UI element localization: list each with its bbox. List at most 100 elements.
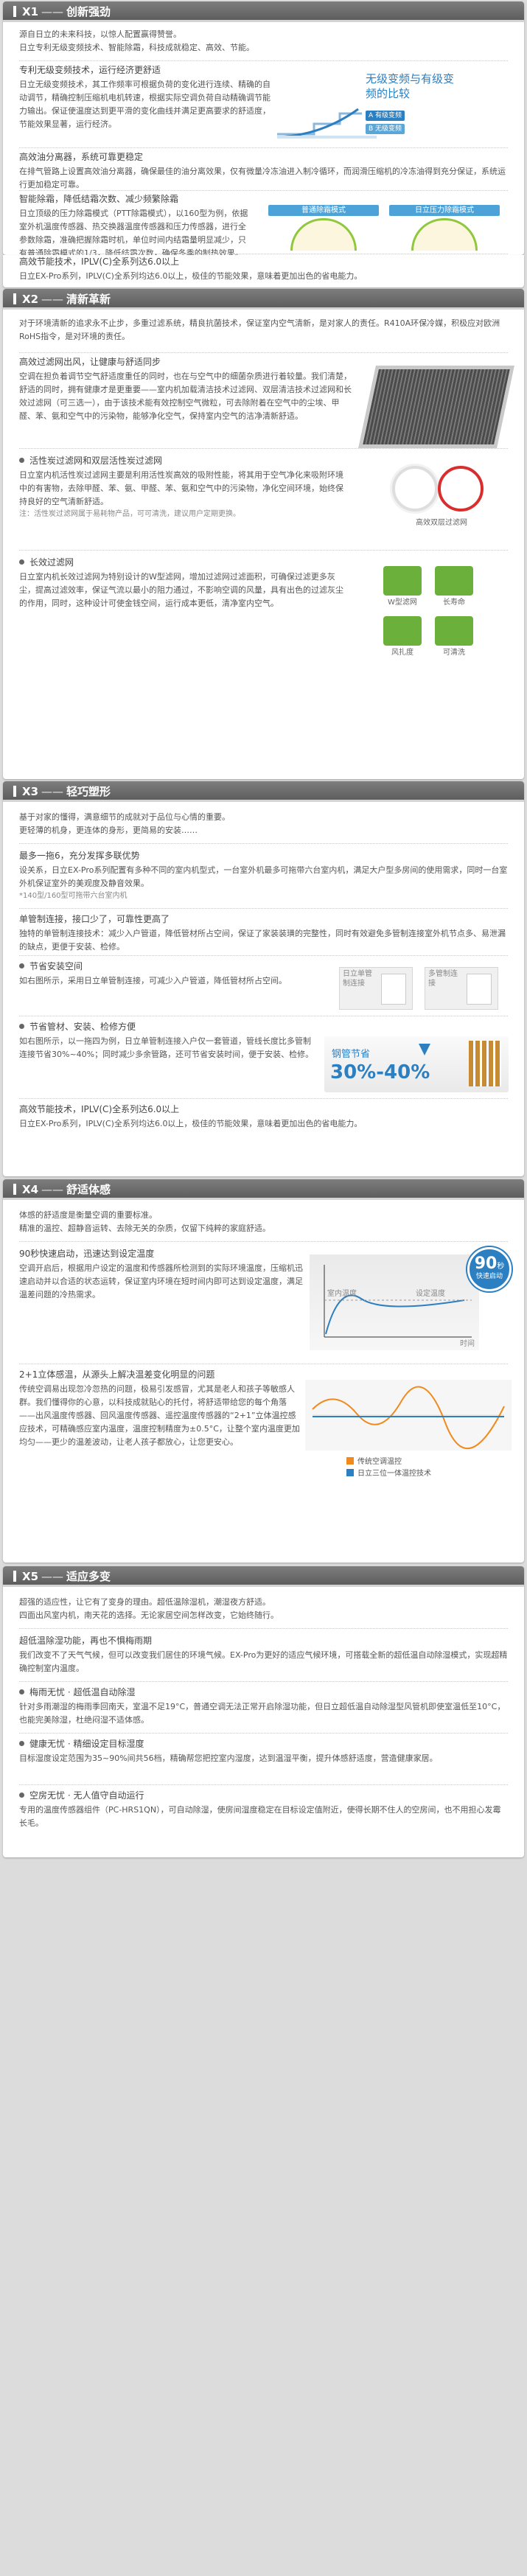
x3-block4-body: 如右图所示，以一拖四为例，日立单管制连接入户仅一套管道，管线长度比多管制连接节省…: [19, 1036, 314, 1059]
w-filter-label: W型滤网: [388, 598, 417, 607]
x1-block4-body: 日立EX-Pro系列，IPLV(C)全系列均达6.0以上，极佳的节能效果，意味着…: [19, 270, 363, 281]
divider: [19, 908, 508, 909]
pipe-single-unit: [381, 974, 406, 1005]
x3-intro-line2: 更轻薄的机身，更连体的身形，更简易的安装……: [19, 825, 198, 836]
section-x2: X2 —— 清新革新 对于环境清新的追求永不止步，多重过滤系统，精良抗菌技术，保证室…: [3, 289, 524, 779]
divider: [19, 1628, 508, 1629]
quick-start-curve: [324, 1265, 472, 1338]
x3-block2-heading: 单管制连接，接口少了，可靠性更高了: [19, 914, 170, 924]
x1-block1-heading: 专利无级变频技术，运行经济更舒适: [19, 65, 161, 75]
x3-block1-body: 设关系，日立EX-Pro系列配置有多种不同的室内机型式，一台室外机最多可拖带六台…: [19, 865, 508, 888]
x4-block2: 2+1立体感温，从源头上解决温差变化明显的问题 传统空调易出现忽冷忽热的问题，极…: [19, 1368, 302, 1450]
bullet-icon: [19, 458, 24, 463]
header-mark: [13, 786, 16, 797]
x2-block2-note: 注：活性炭过滤网属于易耗物产品，可可清洗，建议用户定期更换。: [19, 510, 240, 519]
x3-block3-body: 如右图所示，采用日立单管制连接，可减少入户管道，降低管材所占空间。: [19, 975, 287, 985]
x3-block5-heading: 高效节能技术，IPLV(C)全系列达6.0以上: [19, 1104, 180, 1114]
filter-image: [358, 366, 514, 448]
pipe-saving-figure: 钢管节省 30%-40%: [324, 1036, 509, 1092]
pipe-bars-graphic: [469, 1041, 501, 1086]
badge-text: 快速启动: [475, 1273, 503, 1280]
clock-label-hitachi: 日立压力除霜模式: [389, 205, 500, 216]
x2-block2: 活性炭过滤网和双层活性炭过滤网 日立室内机活性炭过滤网主要是利用活性炭高效的吸附…: [19, 454, 351, 521]
legend-traditional-text: 传统空调温控: [357, 1458, 402, 1466]
legend-a-text: 有级变频: [375, 112, 402, 119]
section-header: X2 —— 清新革新: [3, 289, 524, 310]
divider: [19, 448, 508, 449]
section-number: X4: [22, 1183, 39, 1196]
x5-block1: 超低温除湿功能，再也不惧梅雨期 我们改变不了天气气候，但可以改变我们居住的环境气…: [19, 1634, 509, 1675]
x3-intro: 基于对家的懂得，满意细节的成就对于品位与心情的重要。 更轻薄的机身，更连体的身形…: [19, 811, 509, 837]
x4-block2-body: 传统空调易出现忽冷忽热的问题，极易引发感冒，尤其是老人和孩子等敏感人群。我们懂得…: [19, 1383, 300, 1448]
saving-label: 钢管节省: [332, 1049, 371, 1060]
x3-block2: 单管制连接，接口少了，可靠性更高了 独特的单管制连接技术：减少入户管道，降低管材…: [19, 912, 509, 954]
bullet-icon: [19, 1689, 24, 1694]
x2-block2-heading: 活性炭过滤网和双层活性炭过滤网: [29, 455, 163, 466]
x5-block3: 健康无忧 · 精细设定目标湿度 目标湿度设定范围为35~90%间共56档，精确帮…: [19, 1737, 509, 1765]
x5-block4-heading: 空房无忧 · 无人值守自动运行: [29, 1790, 144, 1801]
washable-icon: [435, 616, 473, 646]
legend-hitachi: 日立三位一体温控技术: [346, 1468, 431, 1481]
long-life-label: 长寿命: [443, 598, 465, 607]
clock-normal-icon: [290, 218, 357, 251]
x5-block4: 空房无忧 · 无人值守自动运行 专用的温度传感器组件（PC-HRS1QN），可自…: [19, 1789, 509, 1830]
chart-label-time: 时间: [460, 1340, 475, 1348]
airflow-icon: [383, 616, 422, 646]
x1-intro: 源自日立的未来科技，以惊人配置赢得赞誉。 日立专利无级变频技术、智能除霜，科技成…: [19, 28, 506, 55]
chart-label-set-temp: 设定温度: [416, 1290, 445, 1298]
section-x1-energy: 高效节能技术，IPLV(C)全系列达6.0以上 日立EX-Pro系列，IPLV(…: [3, 255, 524, 287]
header-mark: [13, 1184, 16, 1195]
legend-blue-swatch: [346, 1469, 354, 1476]
bullet-icon: [19, 1024, 24, 1029]
x1-block4: 高效节能技术，IPLV(C)全系列达6.0以上 日立EX-Pro系列，IPLV(…: [19, 255, 509, 283]
legend-stepped: A 有级变频: [366, 111, 405, 121]
section-number: X3: [22, 785, 39, 798]
x2-block3-body: 日立室内机长效过滤网为特别设计的W型滤网，增加过滤网过滤面积，可确保过滤更多灰尘…: [19, 571, 343, 609]
legend-stepless: B 无级变频: [366, 124, 405, 134]
section-x3: X3 —— 轻巧塑形 基于对家的懂得，满意细节的成就对于品位与心情的重要。 更轻薄的…: [3, 781, 524, 1176]
washable-label: 可清洗: [443, 649, 465, 657]
header-dash: ——: [41, 1183, 64, 1196]
header-mark: [13, 1571, 16, 1582]
divider: [19, 1733, 508, 1734]
x3-block2-body: 独特的单管制连接技术：减少入户管道，降低管材所占空间，保证了家装装璜的完整性，同…: [19, 928, 506, 952]
saving-value: 30%-40%: [330, 1061, 430, 1083]
legend-b-text: 无级变频: [375, 125, 402, 133]
long-life-filter-icons: W型滤网 长寿命 风扎度 可清洗: [383, 566, 479, 684]
clock-hitachi-icon: [411, 218, 478, 251]
defrost-clocks: 普通除霜模式 日立压力除霜模式: [258, 205, 509, 251]
x2-block1-heading: 高效过滤网出风，让健康与舒适同步: [19, 357, 161, 367]
section-number: X2: [22, 293, 39, 306]
x5-intro-line2: 四面出风室内机，南天花的选择。无论家居空间怎样改变，它始终随行。: [19, 1610, 279, 1621]
x1-block2-heading: 高效油分离器，系统可靠更稳定: [19, 152, 144, 162]
x1-block1-body: 日立无级变频技术，其工作频率可根据负荷的变化进行连续、精确的自动调节，精确控制压…: [19, 79, 271, 130]
section-title: 舒适体感: [66, 1183, 111, 1196]
legend-a-letter: A: [369, 112, 376, 119]
divider: [19, 1241, 508, 1242]
pipe-single-label: 日立单管制连接: [343, 970, 372, 988]
x5-block2-body: 针对多雨潮湿的梅雨季回南天，室温不足19°C，普通空调无法正常开启除湿功能，但日…: [19, 1701, 506, 1725]
x3-block5: 高效节能技术，IPLV(C)全系列达6.0以上 日立EX-Pro系列，IPLV(…: [19, 1103, 509, 1131]
legend-b-letter: B: [369, 125, 376, 133]
arrow-down-icon: [419, 1044, 430, 1055]
x5-intro: 超强的适应性，让它有了变身的理由。超低温除湿机，潮湿夜方舒适。 四面出风室内机，…: [19, 1596, 509, 1622]
x4-block1-heading: 90秒快速启动，迅速达到设定温度: [19, 1249, 155, 1259]
divider: [19, 1681, 508, 1682]
clock-label-normal: 普通除霜模式: [268, 205, 379, 216]
section-header: X3 —— 轻巧塑形: [3, 781, 524, 802]
divider: [19, 1784, 508, 1785]
x2-intro-text: 对于环境清新的追求永不止步，多重过滤系统，精良抗菌技术，保证室内空气清新，是对家…: [19, 318, 500, 342]
legend-traditional: 传统空调温控: [346, 1456, 402, 1469]
x2-block1: 高效过滤网出风，让健康与舒适同步 空调在担负着调节空气舒适度重任的同时，也在与空…: [19, 355, 355, 423]
x1-block2-body: 在排气管路上设置高效油分离器，确保最佳的油分离效果，仅有微量冷冻油进入制冷循环，…: [19, 166, 506, 189]
bullet-icon: [19, 1793, 24, 1798]
header-dash: ——: [41, 293, 64, 306]
w-filter-icon: [383, 566, 422, 596]
header-dash: ——: [41, 1570, 64, 1583]
x5-block2: 梅雨无忧 · 超低温自动除湿 针对多雨潮湿的梅雨季回南天，室温不足19°C，普通…: [19, 1686, 509, 1727]
x3-block4: 节省管材、安装、检修方便 如右图所示，以一拖四为例，日立单管制连接入户仅一套管道…: [19, 1020, 314, 1061]
section-header: X1 —— 创新强劲: [3, 1, 524, 22]
header-mark: [13, 6, 16, 17]
x1-block3-body: 日立顶级的压力除霜模式（PTT除霜模式），以160型为例，依据室外机温度传感器、…: [19, 208, 248, 255]
double-filter-circles: 高效双层过滤网: [386, 463, 497, 537]
